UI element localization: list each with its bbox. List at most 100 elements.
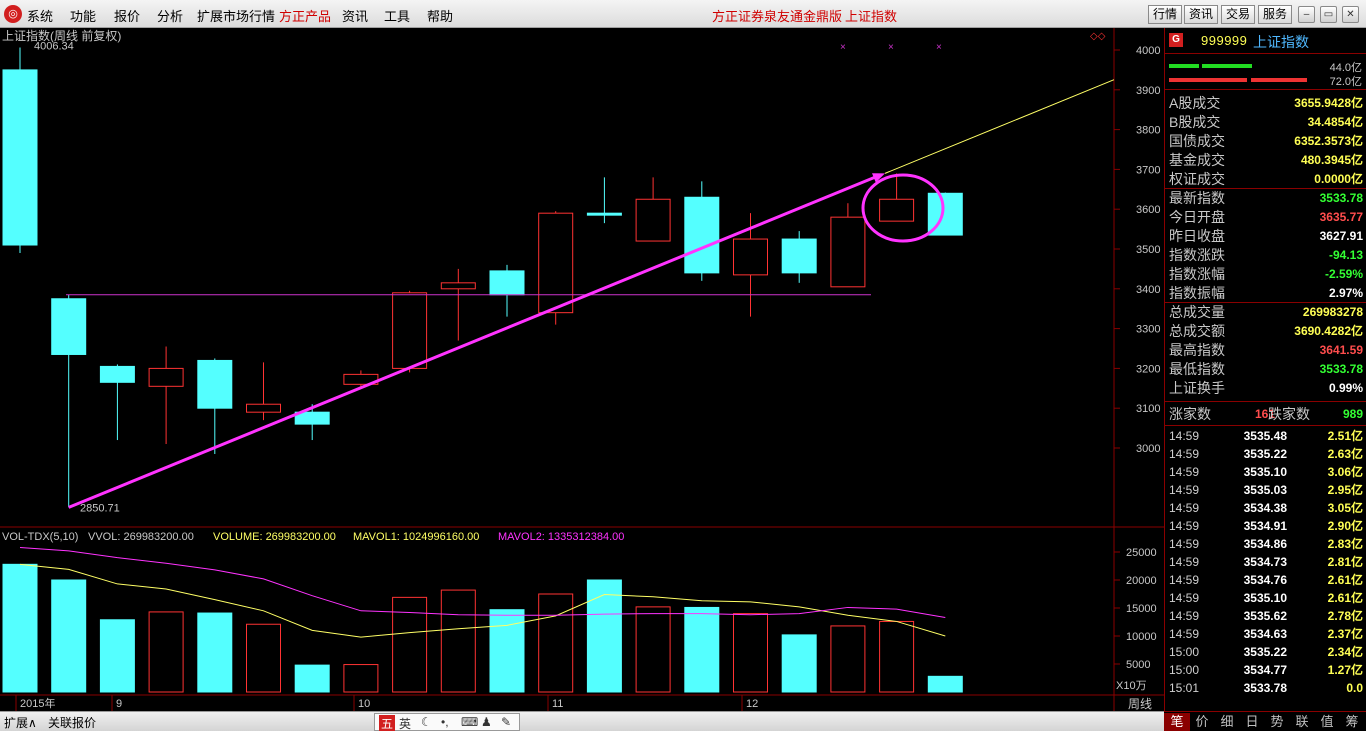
stat-label: 国债成交 [1169, 133, 1225, 149]
wrench-icon[interactable]: ✎ [501, 715, 511, 729]
tick-time: 14:59 [1169, 519, 1200, 533]
toolbar-service-button[interactable]: 服务 [1258, 5, 1293, 24]
menu-extended-market[interactable]: 扩展市场行情 [197, 6, 275, 25]
toolbar-quote-button[interactable]: 行情 [1148, 5, 1183, 24]
volume-bar [733, 613, 768, 693]
tick-row: 14:59 3534.86 2.83亿 [1165, 535, 1366, 553]
tick-amount: 1.27亿 [1327, 663, 1363, 677]
tick-row: 14:59 3535.10 3.06亿 [1165, 463, 1366, 481]
ime-toolbar[interactable]: 五 英 ☾ •, ⌨ ♟ ✎ [374, 713, 520, 731]
stat-row: 最高指数 3641.59 [1165, 341, 1366, 360]
tick-row: 14:59 3534.73 2.81亿 [1165, 553, 1366, 571]
toolbar-news-button[interactable]: 资讯 [1184, 5, 1219, 24]
menu-news[interactable]: 资讯 [342, 6, 368, 25]
tick-time: 14:59 [1169, 483, 1200, 497]
tick-row: 14:59 3535.10 2.61亿 [1165, 589, 1366, 607]
tick-price: 3534.86 [1243, 537, 1287, 551]
price-tick-label: 3500 [1136, 244, 1160, 256]
chart-area[interactable]: 上证指数(周线 前复权) ◇◇ 400039003800370036003500… [0, 28, 1164, 711]
stat-label: 指数涨跌 [1169, 247, 1225, 263]
related-quote-button[interactable]: 关联报价 [48, 714, 96, 731]
candle-body [392, 292, 428, 369]
tick-amount: 2.61亿 [1327, 573, 1363, 587]
price-tick-label: 3600 [1136, 204, 1160, 216]
tick-price: 3534.38 [1243, 501, 1287, 515]
chart-settings-icon[interactable]: ◇◇ [1090, 31, 1106, 42]
tick-time: 14:59 [1169, 627, 1200, 641]
panel-tab[interactable]: 值 [1314, 713, 1340, 731]
volume-bar [392, 596, 428, 693]
tick-row: 15:00 3535.22 2.34亿 [1165, 643, 1366, 661]
indicator-name[interactable]: VOL-TDX(5,10) [2, 531, 78, 543]
indicator-vol: VVOL: 269983200.00 [88, 531, 194, 543]
low-price-label: 2850.71 [80, 502, 120, 514]
indicator-volume: VOLUME: 269983200.00 [213, 531, 336, 543]
restore-icon[interactable]: ▭ [1320, 6, 1337, 23]
tick-row: 14:59 3535.62 2.78亿 [1165, 607, 1366, 625]
close-icon[interactable]: ✕ [1342, 6, 1359, 23]
panel-tab[interactable]: 笔 [1164, 713, 1190, 731]
menu-help[interactable]: 帮助 [427, 6, 453, 25]
tick-time: 14:59 [1169, 609, 1200, 623]
volume-tick-label: 25000 [1126, 547, 1157, 559]
volume-bar [148, 611, 184, 693]
ime-english-icon[interactable]: 英 [399, 715, 411, 731]
volume-bar [99, 619, 135, 693]
tick-amount: 2.34亿 [1327, 645, 1363, 659]
stat-value: 0.99% [1328, 381, 1363, 395]
stat-row: 昨日收盘 3627.91 [1165, 227, 1366, 246]
volume-bar [197, 612, 233, 693]
tick-price: 3535.48 [1243, 429, 1287, 443]
panel-tab[interactable]: 日 [1239, 713, 1265, 731]
index-title: 上证指数 [845, 9, 898, 24]
toolbar-trade-button[interactable]: 交易 [1221, 5, 1256, 24]
tick-row: 14:59 3534.38 3.05亿 [1165, 499, 1366, 517]
menu-founder-products[interactable]: 方正产品 [279, 6, 331, 25]
app-logo-icon[interactable]: ◎ [4, 5, 22, 23]
panel-tab[interactable]: 联 [1289, 713, 1315, 731]
menu-quote[interactable]: 报价 [114, 6, 140, 25]
minimize-icon[interactable]: – [1298, 6, 1315, 23]
candle-body [148, 367, 184, 387]
stat-label: 上证换手 [1169, 380, 1225, 396]
candle-body [538, 212, 574, 314]
tick-row: 14:59 3534.91 2.90亿 [1165, 517, 1366, 535]
panel-tab[interactable]: 筹 [1339, 713, 1365, 731]
candle-body [489, 270, 525, 296]
date-label: 10 [358, 698, 370, 710]
panel-tab[interactable]: 价 [1189, 713, 1215, 731]
keyboard-icon[interactable]: ⌨ [461, 715, 478, 729]
stat-value: 480.3945亿 [1300, 153, 1363, 167]
panel-tab[interactable]: 细 [1214, 713, 1240, 731]
panel-tab[interactable]: 势 [1264, 713, 1290, 731]
tick-time: 15:01 [1169, 681, 1200, 695]
tick-time: 15:00 [1169, 645, 1200, 659]
candle-body [246, 403, 281, 413]
candle-body [586, 212, 622, 216]
period-label[interactable]: 周线 [1128, 697, 1152, 711]
expand-button[interactable]: 扩展∧ [4, 714, 37, 731]
stat-label: 最高指数 [1169, 342, 1225, 358]
signal-marker-3: × [936, 42, 942, 53]
volume-bar [489, 609, 525, 693]
menu-function[interactable]: 功能 [70, 6, 96, 25]
stat-value: 0.0000亿 [1314, 172, 1363, 186]
volume-bar [343, 664, 379, 693]
tick-row: 15:00 3534.77 1.27亿 [1165, 661, 1366, 679]
tick-price: 3535.10 [1243, 591, 1287, 605]
volume-bar [246, 623, 281, 693]
menu-tools[interactable]: 工具 [384, 6, 410, 25]
volume-bar [635, 606, 671, 693]
tick-amount: 2.61亿 [1327, 591, 1363, 605]
tick-price: 3534.91 [1243, 519, 1287, 533]
punctuation-icon[interactable]: •, [441, 715, 449, 729]
menu-system[interactable]: 系统 [27, 6, 53, 25]
price-tick-label: 3400 [1136, 284, 1160, 296]
moon-icon[interactable]: ☾ [421, 715, 432, 729]
sell-bar-label: 72.0亿 [1329, 76, 1362, 88]
menu-analysis[interactable]: 分析 [157, 6, 183, 25]
stat-row: 最低指数 3533.78 [1165, 360, 1366, 379]
ime-mode-icon[interactable]: 五 [379, 715, 396, 731]
user-icon[interactable]: ♟ [481, 715, 492, 729]
stat-label: 权证成交 [1169, 171, 1225, 187]
